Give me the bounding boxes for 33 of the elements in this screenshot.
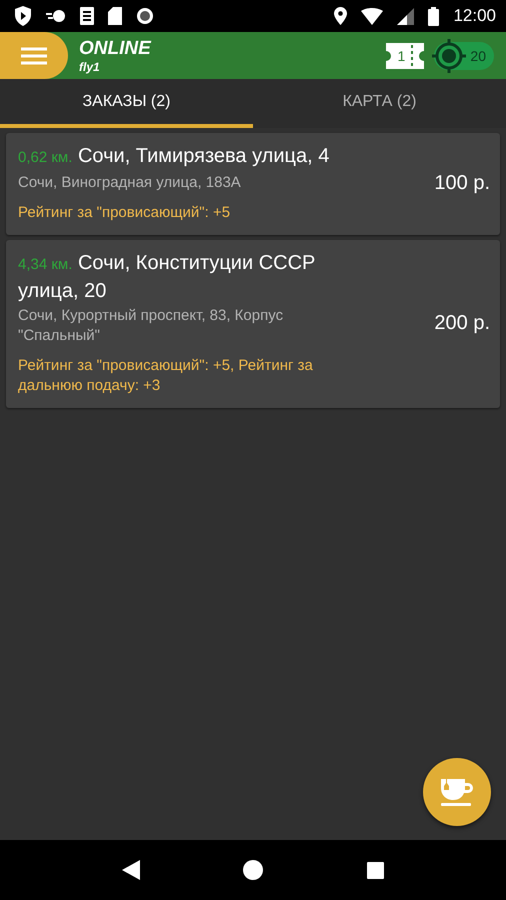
order-card[interactable]: 0,62 км. Сочи, Тимирязева улица, 4 Сочи, Виноградная улица, 183А Рейтинг за "провисающий": +5 100 р. <box>6 133 500 235</box>
back-button[interactable] <box>122 860 140 880</box>
sd-card-icon <box>108 7 122 25</box>
destination-address: Сочи, Курортный проспект, 83, Корпус "Спальный" <box>18 306 284 346</box>
pickup-address: 0,62 км. Сочи, Тимирязева улица, 4 <box>18 144 330 169</box>
location-icon <box>334 7 348 25</box>
battery-icon <box>428 6 440 26</box>
menu-icon <box>21 46 47 64</box>
clock: 12:00 <box>453 6 496 26</box>
document-icon <box>80 7 94 25</box>
rating-bonus: Рейтинг за "провисающий": +5 <box>18 203 232 223</box>
shield-play-icon <box>14 6 32 26</box>
ticket-icon <box>386 42 424 68</box>
destination-address: Сочи, Виноградная улица, 183А <box>18 173 242 193</box>
pickup-address: 4,34 км. Сочи, Конституции СССР улица, 20 <box>18 251 316 304</box>
status-title: ONLINE <box>79 38 152 60</box>
menu-button[interactable] <box>0 32 68 79</box>
cup-icon <box>440 777 474 807</box>
order-price: 100 р. <box>434 172 490 194</box>
order-price: 200 р. <box>434 312 490 334</box>
ticket-button[interactable]: 1 <box>386 42 424 68</box>
recents-button[interactable] <box>367 862 384 878</box>
driver-name: fly1 <box>79 60 101 74</box>
tab[interactable]: КАРТА (2) <box>253 79 506 128</box>
rating-bonus: Рейтинг за "провисающий": +5, Рейтинг за дальнюю подачу: +3 <box>18 356 314 396</box>
order-card[interactable]: 4,34 км. Сочи, Конституции СССР улица, 20 Сочи, Курортный проспект, 83, Корпус "Спальный" Рейтинг за "провисающий": +5, Рейтинг за дальнюю подачу: +3 200 р. <box>6 240 500 408</box>
wifi-icon <box>361 8 384 24</box>
signal-icon <box>397 8 414 24</box>
target-icon <box>430 36 468 74</box>
record-icon <box>136 7 154 25</box>
speed-icon <box>46 9 66 23</box>
tab[interactable]: ЗАКАЗЫ (2) <box>0 79 253 128</box>
home-button[interactable] <box>243 860 264 880</box>
